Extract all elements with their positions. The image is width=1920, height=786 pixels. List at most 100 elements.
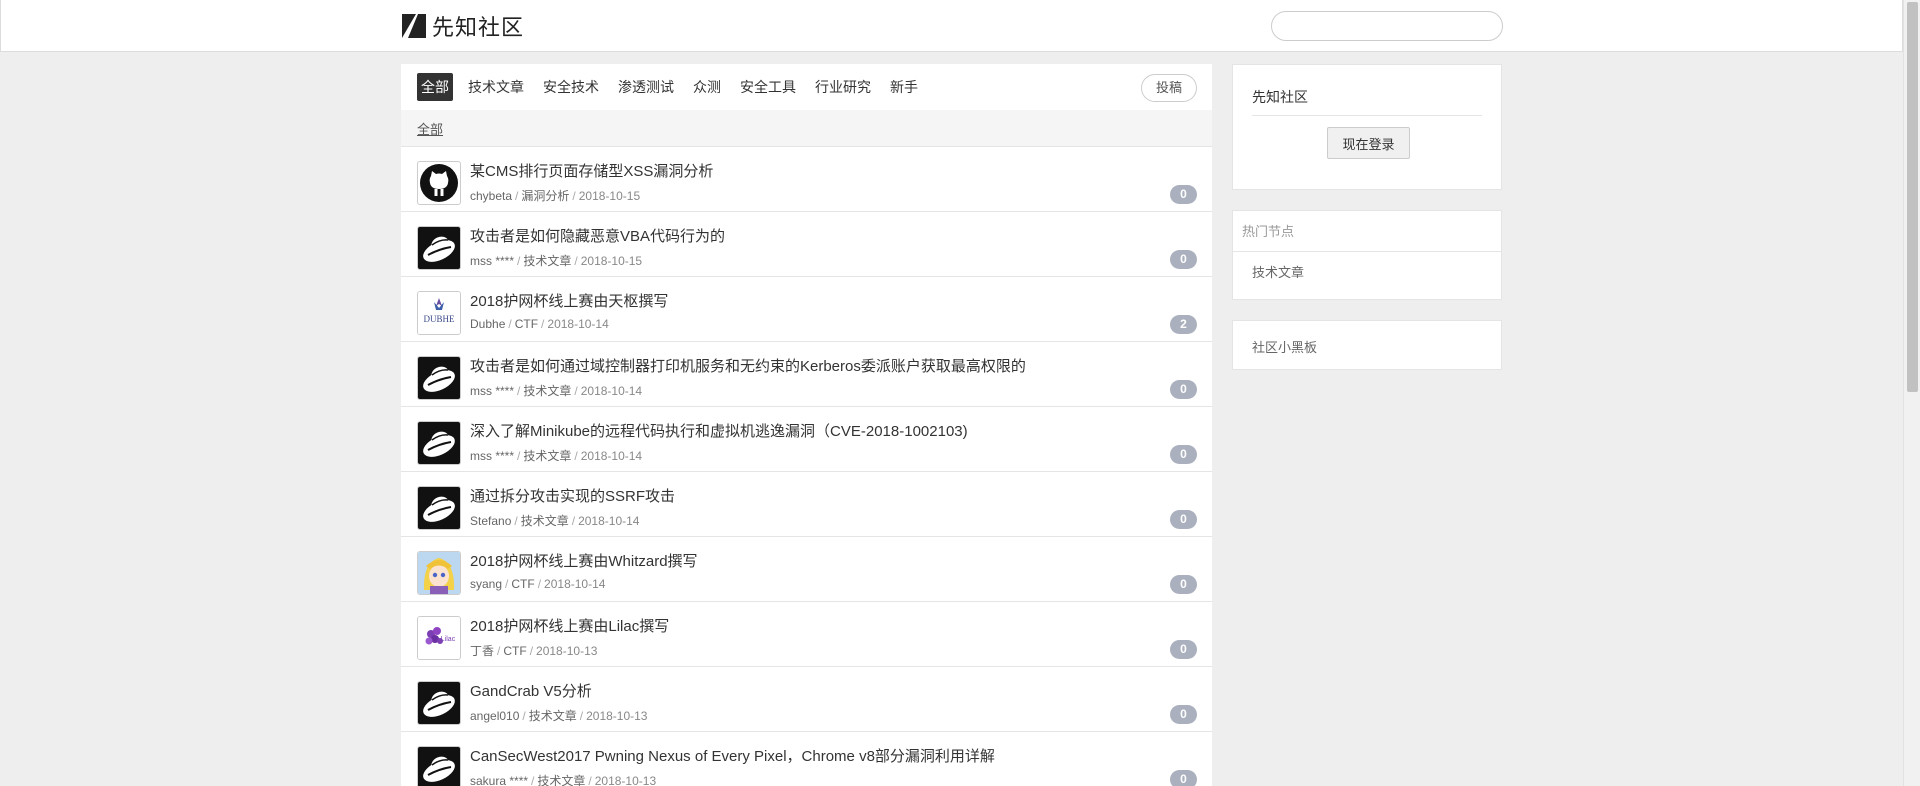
- tab-industry-research[interactable]: 行业研究: [811, 73, 875, 101]
- topic-title-link[interactable]: 攻击者是如何隐藏恶意VBA代码行为的: [470, 225, 725, 246]
- author-avatar[interactable]: [417, 161, 461, 205]
- topic-date: 2018-10-14: [578, 514, 640, 528]
- topic-node-link[interactable]: 技术文章: [523, 449, 571, 463]
- site-logo[interactable]: 先知社区: [402, 12, 524, 40]
- topic-author-link[interactable]: Dubhe: [470, 317, 505, 331]
- author-avatar[interactable]: [417, 356, 461, 400]
- topic-title-link[interactable]: 某CMS排行页面存储型XSS漏洞分析: [470, 160, 713, 181]
- topic-title-link[interactable]: 2018护网杯线上赛由天枢撰写: [470, 290, 668, 311]
- topic-meta: syang / CTF/2018-10-14: [470, 577, 605, 591]
- logo-mark-icon: [402, 14, 426, 38]
- topic-author-link[interactable]: mss ****: [470, 254, 514, 268]
- author-avatar[interactable]: [417, 746, 461, 786]
- topic-node-link[interactable]: CTF: [511, 577, 534, 591]
- topic-date: 2018-10-15: [578, 189, 641, 203]
- hot-nodes-box: 热门节点 技术文章: [1232, 210, 1502, 300]
- author-avatar[interactable]: [417, 486, 461, 530]
- hat-icon: [418, 682, 460, 724]
- topic-meta: chybeta / 漏洞分析/2018-10-15: [470, 187, 640, 204]
- topic-author-link[interactable]: chybeta: [470, 189, 512, 203]
- blackboard-link[interactable]: 社区小黑板: [1252, 337, 1317, 356]
- scrollbar-thumb[interactable]: [1907, 2, 1918, 392]
- topic-author-link[interactable]: 丁香: [470, 644, 494, 658]
- tab-newbie[interactable]: 新手: [886, 73, 922, 101]
- topic-node-link[interactable]: 技术文章: [521, 514, 569, 528]
- page-scrollbar[interactable]: [1903, 0, 1920, 786]
- meta-separator: /: [531, 774, 535, 786]
- topic-node-link[interactable]: CTF: [515, 317, 538, 331]
- topic-author-link[interactable]: mss ****: [470, 449, 514, 463]
- author-avatar[interactable]: [417, 551, 461, 595]
- meta-separator: /: [574, 384, 578, 398]
- hat-icon: [418, 487, 460, 529]
- tab-security-tech[interactable]: 安全技术: [539, 73, 603, 101]
- meta-separator: /: [522, 709, 526, 723]
- reply-count-badge[interactable]: 0: [1170, 770, 1197, 786]
- tab-security-tools[interactable]: 安全工具: [736, 73, 800, 101]
- reply-count-badge[interactable]: 0: [1170, 705, 1197, 724]
- lilac-logo-icon: Lilac: [418, 617, 460, 659]
- topic-meta: mss **** / 技术文章/2018-10-14: [470, 447, 642, 464]
- meta-separator: /: [529, 644, 534, 658]
- topic-author-link[interactable]: angel010: [470, 709, 519, 723]
- tab-tech-articles[interactable]: 技术文章: [464, 73, 528, 101]
- topic-title-link[interactable]: 攻击者是如何通过域控制器打印机服务和无约束的Kerberos委派账户获取最高权限…: [470, 355, 1026, 376]
- reply-count-badge[interactable]: 0: [1170, 510, 1197, 529]
- topic-row: 攻击者是如何通过域控制器打印机服务和无约束的Kerberos委派账户获取最高权限…: [401, 342, 1212, 407]
- topic-title-link[interactable]: 2018护网杯线上赛由Lilac撰写: [470, 615, 669, 636]
- topic-author-link[interactable]: mss ****: [470, 384, 514, 398]
- tab-pentest[interactable]: 渗透测试: [614, 73, 678, 101]
- topic-node-link[interactable]: 技术文章: [537, 774, 585, 786]
- reply-count-badge[interactable]: 0: [1170, 445, 1197, 464]
- topic-row: 某CMS排行页面存储型XSS漏洞分析 chybeta / 漏洞分析/2018-10-1…: [401, 147, 1212, 212]
- topic-row: 通过拆分攻击实现的SSRF攻击 Stefano / 技术文章/2018-10-14 0: [401, 472, 1212, 537]
- reply-count-badge[interactable]: 0: [1170, 380, 1197, 399]
- topic-title-link[interactable]: 2018护网杯线上赛由Whitzard撰写: [470, 550, 698, 571]
- search-input[interactable]: [1271, 11, 1503, 41]
- login-button[interactable]: 现在登录: [1327, 127, 1410, 159]
- topic-node-link[interactable]: 技术文章: [523, 384, 571, 398]
- reply-count-badge[interactable]: 2: [1170, 315, 1197, 334]
- author-avatar[interactable]: [417, 226, 461, 270]
- topic-node-link[interactable]: 漏洞分析: [521, 189, 569, 203]
- author-avatar[interactable]: [417, 421, 461, 465]
- topic-node-link[interactable]: 技术文章: [529, 709, 577, 723]
- author-avatar[interactable]: [417, 681, 461, 725]
- reply-count-badge[interactable]: 0: [1170, 575, 1197, 594]
- topic-row: 2018护网杯线上赛由Whitzard撰写 syang / CTF/2018-10-1…: [401, 537, 1212, 602]
- topic-node-link[interactable]: CTF: [503, 644, 526, 658]
- topic-node-link[interactable]: 技术文章: [523, 254, 571, 268]
- topic-title-link[interactable]: 通过拆分攻击实现的SSRF攻击: [470, 485, 675, 506]
- meta-separator: /: [588, 774, 592, 786]
- submit-post-button[interactable]: 投稿: [1140, 74, 1197, 102]
- topic-title-link[interactable]: 深入了解Minikube的远程代码执行和虚拟机逃逸漏洞（CVE-2018-100…: [470, 420, 968, 441]
- tab-all[interactable]: 全部: [417, 73, 453, 101]
- topic-author-link[interactable]: syang: [470, 577, 502, 591]
- meta-separator: /: [537, 577, 542, 591]
- topic-row: DUBHE 2018护网杯线上赛由天枢撰写 Dubhe / CTF/2018-10-14…: [401, 277, 1212, 342]
- meta-separator: /: [517, 384, 521, 398]
- site-name: 先知社区: [432, 15, 525, 40]
- breadcrumb: 全部: [401, 110, 1212, 147]
- topic-meta: sakura **** / 技术文章/2018-10-13: [470, 772, 656, 786]
- topic-title-link[interactable]: CanSecWest2017 Pwning Nexus of Every Pix…: [470, 745, 995, 766]
- hat-icon: [418, 747, 460, 786]
- tab-crowdtest[interactable]: 众测: [689, 73, 725, 101]
- topic-author-link[interactable]: Stefano: [470, 514, 511, 528]
- hot-node-item[interactable]: 技术文章: [1233, 252, 1501, 294]
- reply-count-badge[interactable]: 0: [1170, 250, 1197, 269]
- anime-girl-icon: [418, 552, 460, 594]
- meta-separator: /: [508, 317, 512, 331]
- meta-separator: /: [515, 189, 519, 203]
- topic-title-link[interactable]: GandCrab V5分析: [470, 680, 592, 701]
- community-title: 先知社区: [1252, 89, 1308, 105]
- topic-author-link[interactable]: sakura ****: [470, 774, 528, 786]
- reply-count-badge[interactable]: 0: [1170, 640, 1197, 659]
- top-header: 先知社区: [0, 0, 1903, 52]
- breadcrumb-all-link[interactable]: 全部: [417, 119, 443, 138]
- author-avatar[interactable]: DUBHE: [417, 291, 461, 335]
- author-avatar[interactable]: Lilac: [417, 616, 461, 660]
- topic-meta: 丁香 / CTF/2018-10-13: [470, 642, 597, 659]
- dubhe-logo-icon: DUBHE: [418, 292, 460, 334]
- reply-count-badge[interactable]: 0: [1170, 185, 1197, 204]
